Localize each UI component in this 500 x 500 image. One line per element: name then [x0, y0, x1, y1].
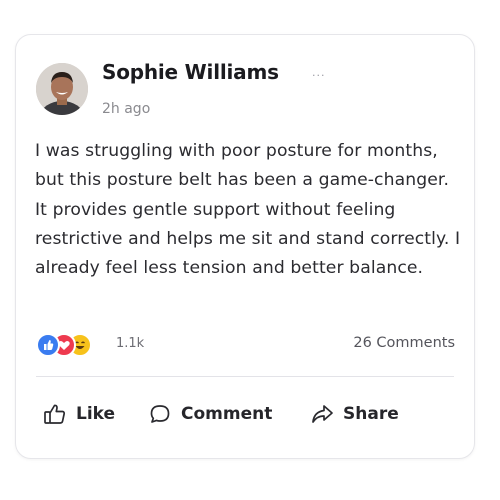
more-horizontal-icon[interactable]: ··· — [312, 70, 326, 81]
post-timestamp[interactable]: 2h ago — [102, 101, 150, 117]
like-reaction-icon — [36, 333, 60, 357]
divider — [36, 376, 454, 377]
post-text: I was struggling with poor posture for m… — [35, 141, 461, 279]
action-bar: Like Comment Share — [36, 397, 454, 431]
share-arrow-icon — [309, 401, 335, 427]
like-button[interactable]: Like — [42, 397, 115, 431]
comment-label: Comment — [181, 404, 273, 424]
avatar[interactable] — [36, 63, 88, 115]
reaction-icons[interactable] — [36, 333, 116, 357]
comment-bubble-icon — [147, 401, 173, 427]
post-card: Sophie Williams ··· 2h ago I was struggl… — [15, 34, 475, 459]
share-button[interactable]: Share — [309, 397, 399, 431]
like-label: Like — [76, 404, 116, 424]
comments-count[interactable]: 26 Comments — [353, 335, 455, 351]
author-name[interactable]: Sophie Williams — [102, 60, 279, 84]
comment-button[interactable]: Comment — [147, 397, 272, 431]
reaction-count[interactable]: 1.1k — [116, 336, 144, 351]
share-label: Share — [343, 404, 399, 424]
avatar-photo — [36, 63, 88, 115]
thumbs-up-icon — [42, 401, 68, 427]
